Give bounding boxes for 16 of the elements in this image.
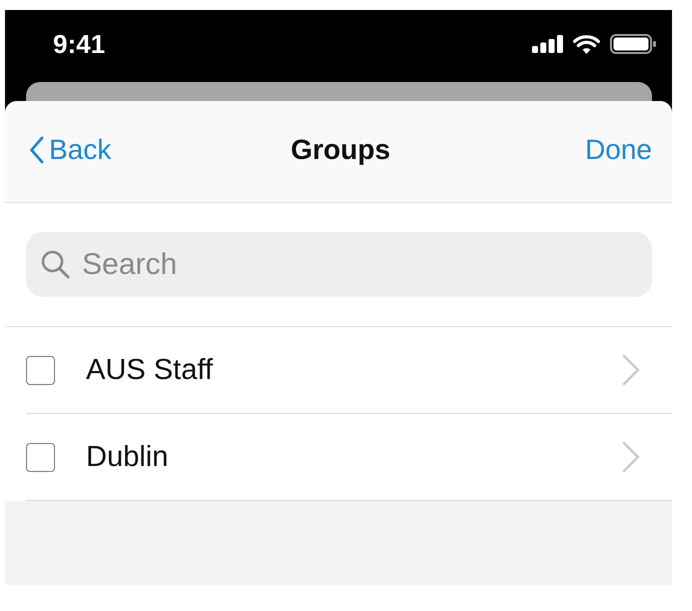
status-time: 9:41 (53, 28, 106, 60)
signal-icon (532, 35, 563, 53)
battery-icon (610, 34, 656, 54)
screen-title: Groups (290, 134, 390, 166)
group-name[interactable]: AUS Staff (86, 354, 622, 386)
wifi-icon (573, 34, 600, 54)
back-button[interactable]: Back (29, 134, 112, 166)
checkbox[interactable] (26, 356, 55, 384)
checkbox[interactable] (26, 442, 55, 472)
chevron-right-icon (622, 354, 640, 386)
search-field[interactable]: Search (26, 232, 652, 297)
done-button[interactable]: Done (585, 134, 652, 166)
chevron-left-icon (29, 136, 44, 164)
search-icon (41, 250, 70, 279)
chevron-right-icon (622, 441, 640, 473)
group-name[interactable]: Dublin (86, 440, 622, 474)
